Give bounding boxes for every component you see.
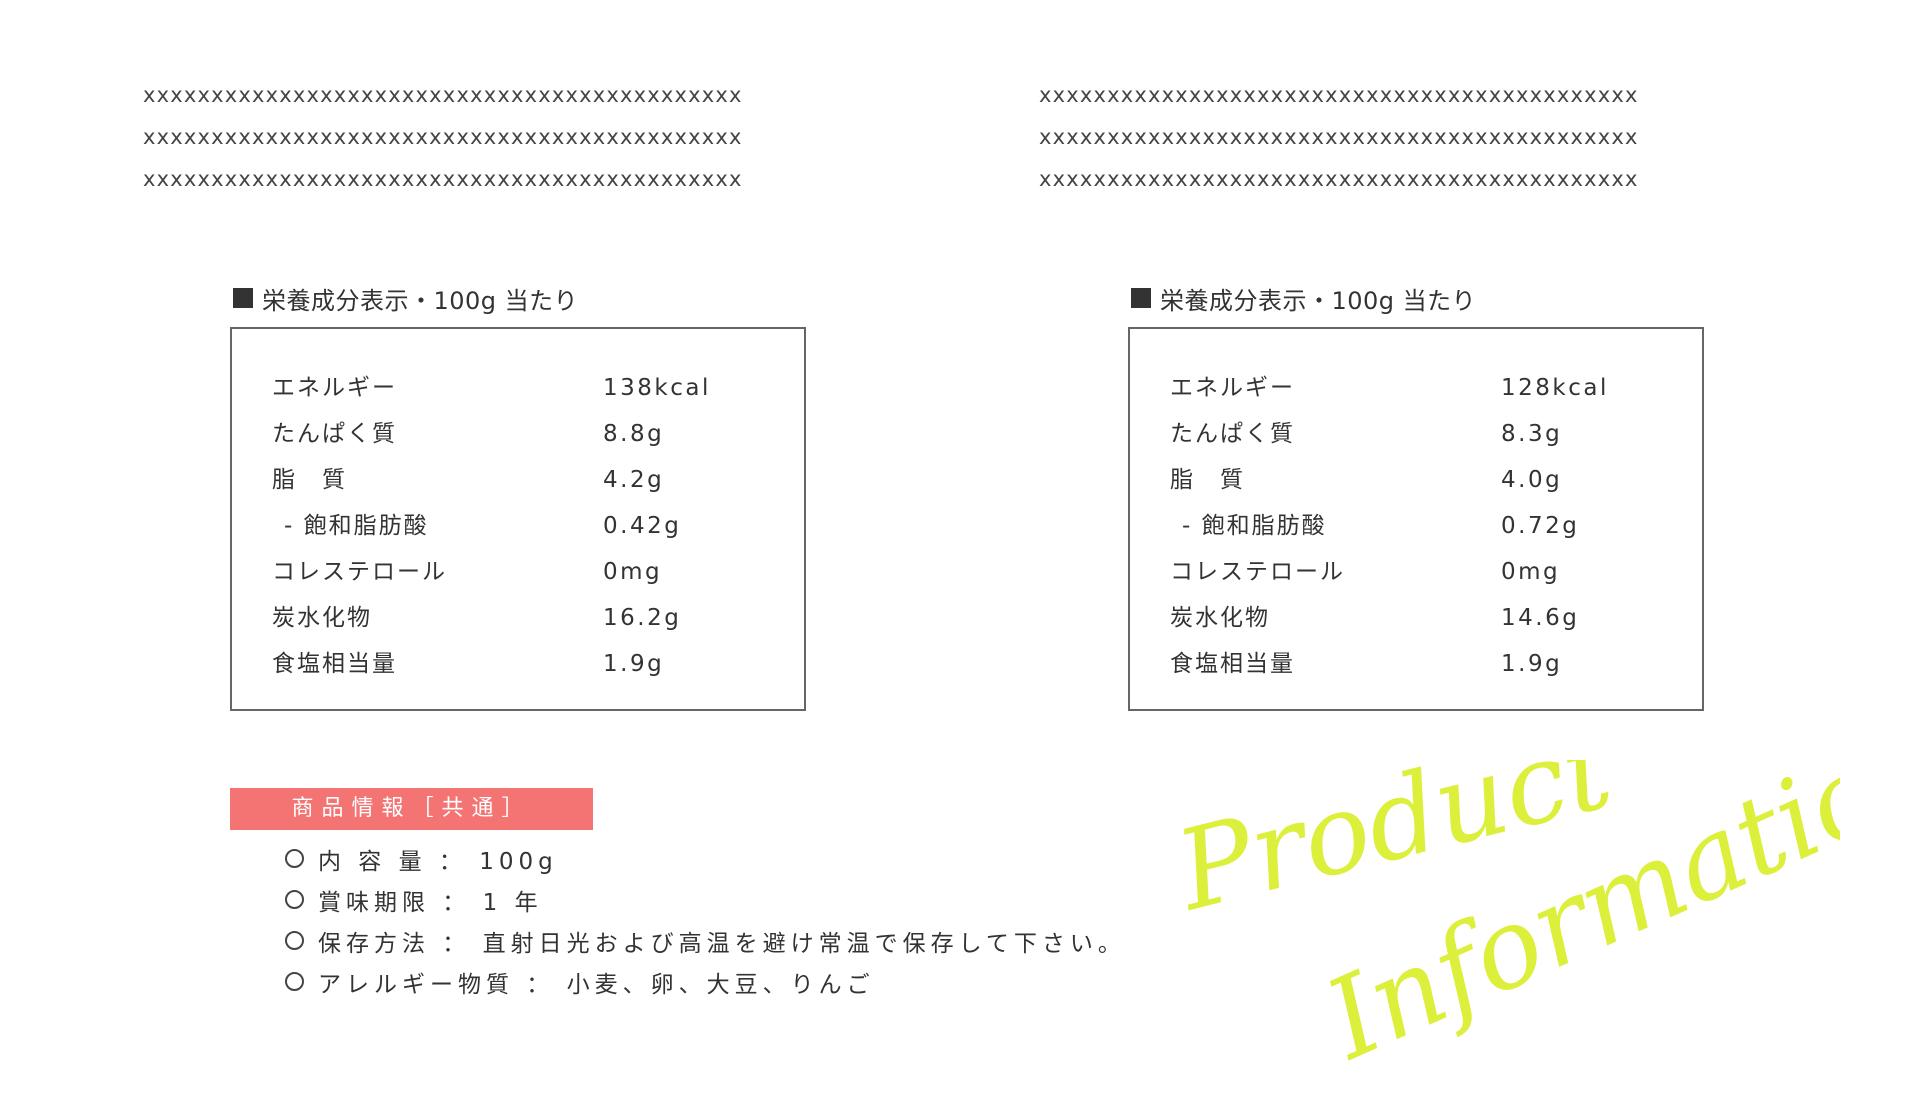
decor-line: xxxxxxxxxxxxxxxxxxxxxxxxxxxxxxxxxxxxxxxx…: [1039, 125, 1639, 149]
decor-line: xxxxxxxxxxxxxxxxxxxxxxxxxxxxxxxxxxxxxxxx…: [1039, 167, 1639, 191]
nutrition-value: 1.9g: [1501, 651, 1563, 677]
nutrition-value: 128kcal: [1501, 375, 1609, 401]
circle-bullet-icon: [285, 849, 304, 868]
nutrition-row: 炭水化物 16.2g: [232, 595, 804, 641]
nutrition-value: 4.0g: [1501, 467, 1563, 493]
nutrition-label: エネルギー: [272, 375, 397, 401]
square-bullet-icon: [1131, 288, 1151, 308]
decor-line: xxxxxxxxxxxxxxxxxxxxxxxxxxxxxxxxxxxxxxxx…: [143, 167, 743, 191]
nutrition-row: 食塩相当量 1.9g: [1130, 641, 1702, 687]
nutrition-value: 0.72g: [1501, 513, 1580, 539]
nutrition-value: 16.2g: [603, 605, 682, 631]
product-info-list: 内 容 量 ： 100g 賞味期限 ： 1 年 保存方法 ： 直射日光および高温…: [230, 838, 1126, 1002]
nutrition-value: 8.3g: [1501, 421, 1563, 447]
circle-bullet-icon: [285, 931, 304, 950]
decor-line: xxxxxxxxxxxxxxxxxxxxxxxxxxxxxxxxxxxxxxxx…: [143, 83, 743, 107]
nutrition-title-text: 栄養成分表示・100g 当たり: [1160, 286, 1477, 315]
nutrition-row: エネルギー 128kcal: [1130, 365, 1702, 411]
nutrition-row: エネルギー 138kcal: [232, 365, 804, 411]
brand-lettering: Product Information: [1180, 760, 1840, 1080]
nutrition-row: たんぱく質 8.3g: [1130, 411, 1702, 457]
list-item-text: 内 容 量 ： 100g: [318, 848, 558, 875]
circle-bullet-icon: [285, 890, 304, 909]
nutrition-table: エネルギー 138kcal たんぱく質 8.8g 脂 質 4.2g - 飽和脂肪酸 0.…: [230, 327, 806, 711]
nutrition-value: 0mg: [1501, 559, 1561, 585]
nutrition-label: たんぱく質: [272, 421, 397, 447]
nutrition-title: 栄養成分表示・100g 当たり: [233, 279, 810, 317]
nutrition-label: 脂 質: [272, 467, 347, 493]
nutrition-label: たんぱく質: [1170, 421, 1295, 447]
list-item-text: アレルギー物質 ： 小麦、卵、大豆、りんご: [318, 971, 875, 998]
decor-line: xxxxxxxxxxxxxxxxxxxxxxxxxxxxxxxxxxxxxxxx…: [143, 125, 743, 149]
decor-lines-right: xxxxxxxxxxxxxxxxxxxxxxxxxxxxxxxxxxxxxxxx…: [1039, 74, 1799, 200]
nutrition-value: 0.42g: [603, 513, 682, 539]
nutrition-row: - 飽和脂肪酸 0.72g: [1130, 503, 1702, 549]
nutrition-label: 炭水化物: [272, 605, 372, 631]
nutrition-value: 4.2g: [603, 467, 665, 493]
nutrition-value: 138kcal: [603, 375, 711, 401]
nutrition-label: 食塩相当量: [1170, 651, 1295, 677]
nutrition-value: 14.6g: [1501, 605, 1580, 631]
nutrition-row: たんぱく質 8.8g: [232, 411, 804, 457]
nutrition-row: 脂 質 4.2g: [232, 457, 804, 503]
nutrition-label: エネルギー: [1170, 375, 1295, 401]
nutrition-label: - 飽和脂肪酸: [1182, 513, 1327, 539]
square-bullet-icon: [233, 288, 253, 308]
decor-line: xxxxxxxxxxxxxxxxxxxxxxxxxxxxxxxxxxxxxxxx…: [1039, 83, 1639, 107]
list-item: 賞味期限 ： 1 年: [285, 879, 1126, 920]
nutrition-value: 1.9g: [603, 651, 665, 677]
nutrition-row: 炭水化物 14.6g: [1130, 595, 1702, 641]
list-item-text: 保存方法 ： 直射日光および高温を避け常温で保存して下さい。: [318, 930, 1126, 957]
nutrition-row: コレステロール 0mg: [232, 549, 804, 595]
nutrition-label: 脂 質: [1170, 467, 1245, 493]
circle-bullet-icon: [285, 972, 304, 991]
nutrition-row: コレステロール 0mg: [1130, 549, 1702, 595]
nutrition-panel-left: 栄養成分表示・100g 当たり エネルギー 138kcal たんぱく質 8.8g 脂…: [230, 279, 810, 711]
product-info-band: 商品情報［共通］: [230, 788, 593, 830]
list-item: 内 容 量 ： 100g: [285, 838, 1126, 879]
nutrition-label: コレステロール: [1170, 559, 1345, 585]
nutrition-title-text: 栄養成分表示・100g 当たり: [262, 286, 579, 315]
nutrition-value: 8.8g: [603, 421, 665, 447]
nutrition-label: 食塩相当量: [272, 651, 397, 677]
product-info-section: 商品情報［共通］ 内 容 量 ： 100g 賞味期限 ： 1 年 保存方法 ： …: [230, 788, 1126, 1002]
nutrition-label: 炭水化物: [1170, 605, 1270, 631]
nutrition-value: 0mg: [603, 559, 663, 585]
nutrition-row: 脂 質 4.0g: [1130, 457, 1702, 503]
list-item-text: 賞味期限 ： 1 年: [318, 889, 543, 916]
nutrition-label: - 飽和脂肪酸: [284, 513, 429, 539]
nutrition-table: エネルギー 128kcal たんぱく質 8.3g 脂 質 4.0g - 飽和脂肪酸 0.…: [1128, 327, 1704, 711]
decor-lines-left: xxxxxxxxxxxxxxxxxxxxxxxxxxxxxxxxxxxxxxxx…: [143, 74, 903, 200]
list-item: アレルギー物質 ： 小麦、卵、大豆、りんご: [285, 961, 1126, 1002]
nutrition-title: 栄養成分表示・100g 当たり: [1131, 279, 1708, 317]
nutrition-row: 食塩相当量 1.9g: [232, 641, 804, 687]
nutrition-label: コレステロール: [272, 559, 447, 585]
nutrition-panel-right: 栄養成分表示・100g 当たり エネルギー 128kcal たんぱく質 8.3g 脂…: [1128, 279, 1708, 711]
list-item: 保存方法 ： 直射日光および高温を避け常温で保存して下さい。: [285, 920, 1126, 961]
nutrition-row: - 飽和脂肪酸 0.42g: [232, 503, 804, 549]
